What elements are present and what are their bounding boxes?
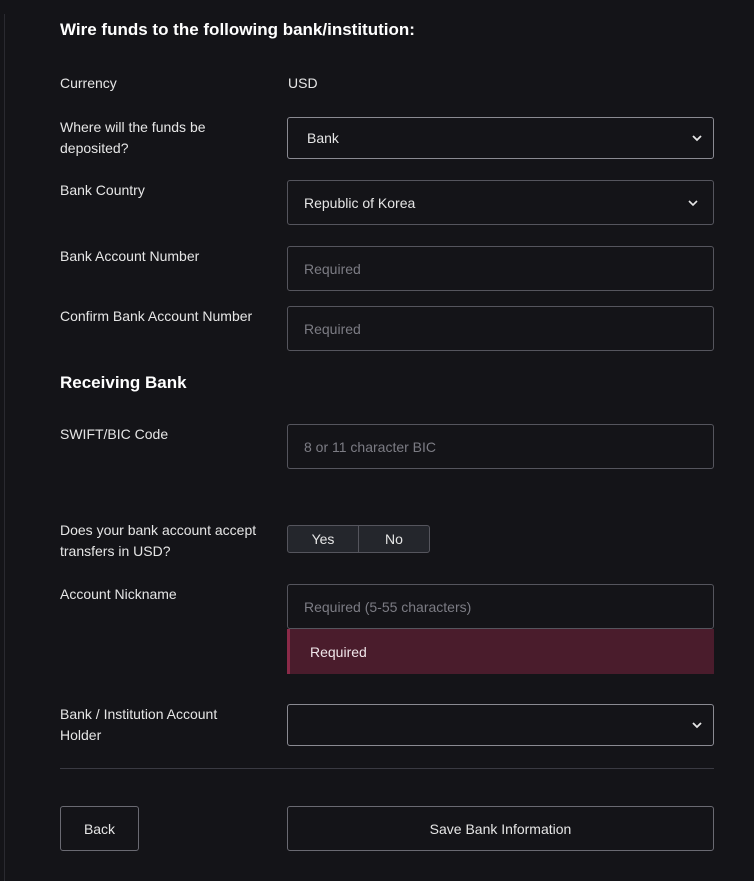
left-border xyxy=(4,14,5,881)
bank-country-label: Bank Country xyxy=(60,182,145,198)
bank-country-select[interactable]: Republic of Korea xyxy=(287,180,714,225)
usd-transfers-toggle: Yes No xyxy=(287,525,430,553)
deposit-type-value: Bank xyxy=(307,130,339,146)
swift-label: SWIFT/BIC Code xyxy=(60,426,169,442)
no-option[interactable]: No xyxy=(358,526,429,552)
currency-label: Currency xyxy=(60,75,117,91)
chevron-down-icon xyxy=(692,135,702,142)
usd-transfers-label: Does your bank account accept transfers … xyxy=(60,522,257,559)
back-button[interactable]: Back xyxy=(60,806,139,851)
account-number-input[interactable]: Required xyxy=(287,246,714,291)
account-number-placeholder: Required xyxy=(304,260,361,277)
confirm-account-number-placeholder: Required xyxy=(304,320,361,337)
save-bank-information-button[interactable]: Save Bank Information xyxy=(287,806,714,851)
chevron-down-icon xyxy=(688,199,698,206)
divider xyxy=(60,768,714,769)
confirm-account-number-label: Confirm Bank Account Number xyxy=(60,308,253,324)
currency-value: USD xyxy=(288,75,318,91)
confirm-account-number-input[interactable]: Required xyxy=(287,306,714,351)
page-title: Wire funds to the following bank/institu… xyxy=(60,20,415,39)
deposit-type-label: Where will the funds be deposited? xyxy=(60,119,206,156)
nickname-label: Account Nickname xyxy=(60,586,177,602)
yes-option[interactable]: Yes xyxy=(288,526,358,552)
swift-placeholder: 8 or 11 character BIC xyxy=(304,438,437,455)
deposit-type-select[interactable]: Bank xyxy=(287,117,714,159)
receiving-bank-heading: Receiving Bank xyxy=(60,373,187,392)
swift-input[interactable]: 8 or 11 character BIC xyxy=(287,424,714,469)
nickname-placeholder: Required (5-55 characters) xyxy=(304,598,472,615)
account-holder-select[interactable] xyxy=(287,704,714,746)
account-number-label: Bank Account Number xyxy=(60,248,200,264)
account-holder-label: Bank / Institution Account Holder xyxy=(60,706,218,743)
bank-country-value: Republic of Korea xyxy=(304,194,416,211)
chevron-down-icon xyxy=(692,722,702,729)
nickname-error-message: Required xyxy=(287,629,714,674)
nickname-input[interactable]: Required (5-55 characters) xyxy=(287,584,714,629)
